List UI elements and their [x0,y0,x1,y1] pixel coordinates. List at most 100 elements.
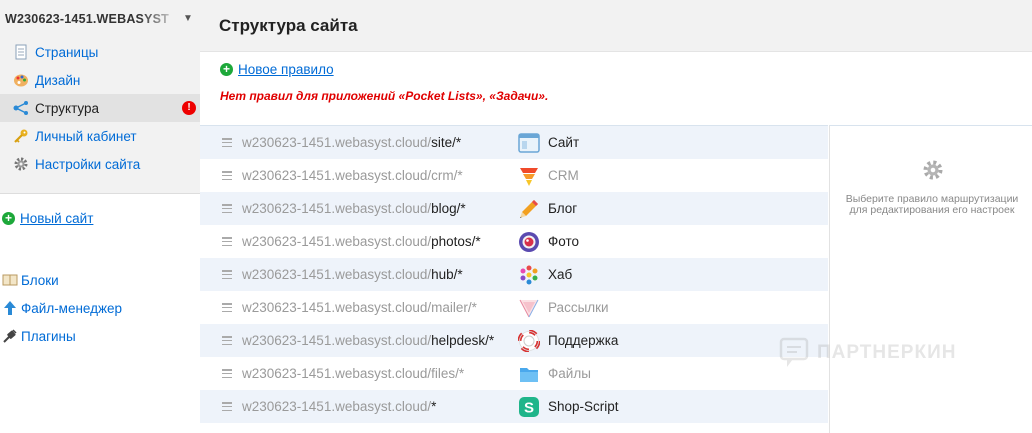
rule-app-name: Хаб [548,267,573,282]
drag-handle-icon[interactable] [222,171,232,180]
rule-path: mailer/* [431,300,477,315]
sidebar-item-label: Личный кабинет [35,128,137,144]
photos-app-icon [518,231,540,253]
sidebar-item-label: Настройки сайта [35,156,141,172]
drag-handle-icon[interactable] [222,138,232,147]
drag-handle-icon[interactable] [222,237,232,246]
sidebar-item-label: Плагины [21,328,76,344]
rule-url: w230623-1451.webasyst.cloud/* [242,399,437,414]
rule-app-name: Поддержка [548,333,619,348]
mailer-app-icon [518,297,540,319]
sidebar-item-structure[interactable]: Структура ! [0,94,200,122]
drag-handle-icon[interactable] [222,204,232,213]
sidebar-item-pages[interactable]: Страницы [0,38,200,66]
table-row[interactable]: w230623-1451.webasyst.cloud/crm/* CRM [200,159,828,192]
chevron-down-icon[interactable]: ▼ [183,13,193,24]
drag-handle-icon[interactable] [222,402,232,411]
table-row[interactable]: w230623-1451.webasyst.cloud/helpdesk/* П… [200,324,828,357]
watermark-text: ПАРТНЕРКИН [817,342,957,363]
crm-app-icon [518,165,540,187]
blocks-icon [2,272,18,288]
site-name-fade [140,8,180,32]
helpdesk-app-icon [517,329,541,352]
sidebar-item-design[interactable]: Дизайн [0,66,200,94]
table-row[interactable]: w230623-1451.webasyst.cloud/site/* Сайт [200,126,828,159]
sidebar-item-blocks[interactable]: Блоки [2,272,59,288]
sidebar-item-settings[interactable]: Настройки сайта [0,150,200,178]
app-window: W230623-1451.WEBASYST ▼ Страницы Дизайн [0,0,1032,433]
warning-message: Нет правил для приложений «Pocket Lists»… [220,89,549,103]
rule-url: w230623-1451.webasyst.cloud/blog/* [242,201,466,216]
table-row[interactable]: w230623-1451.webasyst.cloud/mailer/* Рас… [200,291,828,324]
rule-app-name: Фото [548,234,580,249]
rule-path: site/* [431,135,462,150]
rule-path: photos/* [431,234,481,249]
rule-app-name: Рассылки [548,300,609,315]
sidebar-item-label: Страницы [35,44,99,60]
empty-state-hint: Выберите правило маршрутизации для редак… [845,193,1019,216]
alert-badge: ! [182,101,196,115]
hub-app-icon [518,264,540,286]
rule-path: blog/* [431,201,466,216]
sidebar: W230623-1451.WEBASYST ▼ Страницы Дизайн [0,0,200,433]
main-header: Структура сайта [200,0,1032,52]
new-site-label: Новый сайт [20,211,94,226]
routing-rules-list: w230623-1451.webasyst.cloud/site/* Сайт … [200,125,828,423]
files-app-icon [518,363,540,385]
table-row[interactable]: w230623-1451.webasyst.cloud/* S Shop-Scr… [200,390,828,423]
drag-handle-icon[interactable] [222,336,232,345]
site-app-icon [518,132,540,154]
rule-settings-panel: Выберите правило маршрутизации для редак… [829,125,1032,433]
new-site-link[interactable]: + Новый сайт [2,211,93,226]
rule-url: w230623-1451.webasyst.cloud/crm/* [242,168,463,183]
blog-app-icon [518,198,540,220]
palette-icon [13,72,31,88]
drag-handle-icon[interactable] [222,303,232,312]
structure-icon [13,100,31,116]
table-row[interactable]: w230623-1451.webasyst.cloud/photos/* Фот… [200,225,828,258]
upload-arrow-icon [2,300,18,316]
page-title: Структура сайта [219,16,358,35]
rule-url: w230623-1451.webasyst.cloud/hub/* [242,267,463,282]
key-icon [13,128,31,144]
rule-url: w230623-1451.webasyst.cloud/photos/* [242,234,481,249]
rule-app-name: Сайт [548,135,580,150]
add-icon: + [220,63,233,76]
table-row[interactable]: w230623-1451.webasyst.cloud/blog/* Блог [200,192,828,225]
site-selector[interactable]: W230623-1451.WEBASYST ▼ [0,0,200,38]
rule-url: w230623-1451.webasyst.cloud/site/* [242,135,462,150]
table-row[interactable]: w230623-1451.webasyst.cloud/files/* Файл… [200,357,828,390]
plug-icon [2,328,18,344]
drag-handle-icon[interactable] [222,369,232,378]
new-rule-label: Новое правило [238,62,334,77]
svg-text:S: S [524,399,534,416]
sidebar-item-plugins[interactable]: Плагины [2,328,76,344]
add-icon: + [2,212,15,225]
new-rule-link[interactable]: + Новое правило [220,62,334,77]
rule-url: w230623-1451.webasyst.cloud/files/* [242,366,465,381]
rule-url: w230623-1451.webasyst.cloud/mailer/* [242,300,477,315]
table-row[interactable]: w230623-1451.webasyst.cloud/hub/* Хаб [200,258,828,291]
sidebar-item-label: Структура [35,100,100,116]
sidebar-item-file-manager[interactable]: Файл-менеджер [2,300,122,316]
watermark-logo-icon [779,337,809,367]
watermark: ПАРТНЕРКИН [779,337,956,369]
drag-handle-icon[interactable] [222,270,232,279]
gear-icon [13,156,31,172]
sidebar-item-account[interactable]: Личный кабинет [0,122,200,150]
rule-app-name: Блог [548,201,578,216]
gear-icon [922,159,944,181]
site-menu: Страницы Дизайн Структура ! Личный кабин… [0,38,200,178]
rule-path: crm/* [431,168,463,183]
sidebar-item-label: Блоки [21,272,59,288]
rule-app-name: CRM [548,168,579,183]
site-box: W230623-1451.WEBASYST ▼ Страницы Дизайн [0,0,200,194]
rule-app-name: Файлы [548,366,591,381]
rule-path: helpdesk/* [431,333,495,348]
rule-app-name: Shop-Script [548,399,619,414]
sidebar-item-label: Дизайн [35,72,81,88]
shop-script-app-icon: S [518,396,540,418]
rule-url: w230623-1451.webasyst.cloud/helpdesk/* [242,333,495,348]
rule-path: files/* [431,366,465,381]
pages-icon [13,44,31,60]
